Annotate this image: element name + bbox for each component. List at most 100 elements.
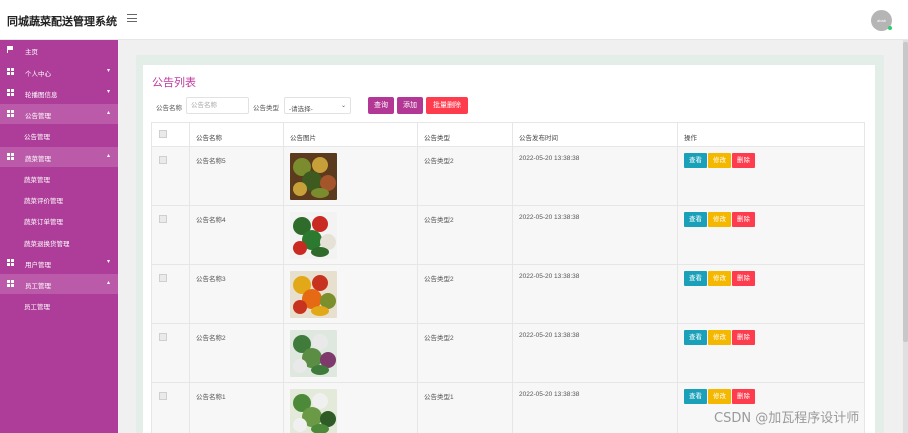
sidebar-item-label: 蔬菜评价管理 bbox=[24, 198, 63, 205]
sidebar-subitem-vegetable-review[interactable]: 蔬菜评价管理 bbox=[0, 189, 118, 209]
page-title: 公告列表 bbox=[152, 76, 196, 89]
vegetable-photo-icon bbox=[290, 271, 337, 318]
notice-type: 公告类型2 bbox=[424, 335, 454, 342]
column-divider bbox=[417, 123, 418, 433]
row-checkbox[interactable] bbox=[159, 156, 167, 164]
table-row: 公告名称3 公告类型2 2022-05-20 13:38:38 查看 修改 删除 bbox=[152, 265, 864, 324]
query-button[interactable]: 查询 bbox=[368, 97, 394, 114]
notice-type: 公告类型1 bbox=[424, 394, 454, 401]
sidebar-item-home[interactable]: 主页 bbox=[0, 40, 118, 60]
view-button[interactable]: 查看 bbox=[684, 271, 707, 286]
top-header: 同城蔬菜配送管理系统 abab bbox=[0, 0, 908, 40]
sidebar-subitem-vegetable[interactable]: 蔬菜管理 bbox=[0, 168, 118, 188]
edit-button[interactable]: 修改 bbox=[708, 330, 731, 345]
row-checkbox[interactable] bbox=[159, 333, 167, 341]
delete-button[interactable]: 删除 bbox=[732, 330, 755, 345]
sidebar-item-vegetable[interactable]: 蔬菜管理 ▴ bbox=[0, 147, 118, 167]
scrollbar-thumb[interactable] bbox=[903, 42, 908, 342]
sidebar-item-label: 轮播图信息 bbox=[25, 92, 58, 99]
table-row: 公告名称2 公告类型2 2022-05-20 13:38:38 查看 修改 删除 bbox=[152, 324, 864, 383]
add-button[interactable]: 添加 bbox=[397, 97, 423, 114]
notice-table: 公告名称 公告图片 公告类型 公告发布时间 操作 公告名称5 公告类型2 2022-… bbox=[151, 122, 865, 433]
header-image: 公告图片 bbox=[290, 135, 316, 142]
row-checkbox[interactable] bbox=[159, 215, 167, 223]
flag-icon bbox=[7, 46, 14, 53]
notice-time: 2022-05-20 13:38:38 bbox=[519, 391, 580, 398]
sidebar-subitem-staff[interactable]: 员工管理 bbox=[0, 295, 118, 315]
vegetable-photo-icon bbox=[290, 330, 337, 377]
online-status-icon bbox=[888, 26, 892, 30]
delete-button[interactable]: 删除 bbox=[732, 271, 755, 286]
sidebar-item-label: 个人中心 bbox=[25, 71, 51, 78]
name-search-input[interactable] bbox=[186, 97, 249, 114]
chevron-down-icon: ▾ bbox=[107, 68, 111, 74]
grid-icon bbox=[7, 259, 14, 266]
edit-button[interactable]: 修改 bbox=[708, 389, 731, 404]
sidebar-item-staff[interactable]: 员工管理 ▴ bbox=[0, 274, 118, 294]
sidebar-item-label: 蔬菜订单管理 bbox=[24, 219, 63, 226]
sidebar-item-notice[interactable]: 公告管理 ▴ bbox=[0, 104, 118, 124]
sidebar-item-label: 蔬菜管理 bbox=[24, 177, 50, 184]
edit-button[interactable]: 修改 bbox=[708, 212, 731, 227]
sidebar-item-label: 公告管理 bbox=[25, 113, 51, 120]
chevron-up-icon: ▴ bbox=[107, 153, 111, 159]
header-actions: 操作 bbox=[684, 135, 697, 142]
header-name: 公告名称 bbox=[196, 135, 222, 142]
notice-time: 2022-05-20 13:38:38 bbox=[519, 155, 580, 162]
name-filter-label: 公告名称 bbox=[156, 105, 182, 112]
view-button[interactable]: 查看 bbox=[684, 330, 707, 345]
delete-button[interactable]: 删除 bbox=[732, 389, 755, 404]
type-select[interactable]: -请选择- ⌄ bbox=[284, 97, 351, 114]
table-row: 公告名称5 公告类型2 2022-05-20 13:38:38 查看 修改 删除 bbox=[152, 147, 864, 206]
vegetable-photo-icon bbox=[290, 389, 337, 433]
column-divider bbox=[189, 123, 190, 433]
grid-icon bbox=[7, 153, 14, 160]
grid-icon bbox=[7, 68, 14, 75]
bulk-delete-button[interactable]: 批量删除 bbox=[426, 97, 468, 114]
grid-icon bbox=[7, 89, 14, 96]
delete-button[interactable]: 删除 bbox=[732, 212, 755, 227]
header-type: 公告类型 bbox=[424, 135, 450, 142]
select-all-checkbox[interactable] bbox=[159, 130, 167, 138]
menu-toggle-icon[interactable] bbox=[127, 14, 137, 23]
type-filter-label: 公告类型 bbox=[253, 105, 279, 112]
chevron-up-icon: ▴ bbox=[107, 110, 111, 116]
notice-time: 2022-05-20 13:38:38 bbox=[519, 332, 580, 339]
sidebar-subitem-vegetable-order[interactable]: 蔬菜订单管理 bbox=[0, 210, 118, 230]
vegetable-photo-icon bbox=[290, 153, 337, 200]
sidebar-item-label: 用户管理 bbox=[25, 262, 51, 269]
notice-name: 公告名称3 bbox=[196, 276, 226, 283]
column-divider bbox=[677, 123, 678, 433]
notice-type: 公告类型2 bbox=[424, 276, 454, 283]
notice-name: 公告名称2 bbox=[196, 335, 226, 342]
chevron-down-icon: ⌄ bbox=[340, 103, 346, 109]
chevron-down-icon: ▾ bbox=[107, 89, 111, 95]
grid-icon bbox=[7, 280, 14, 287]
notice-name: 公告名称5 bbox=[196, 158, 226, 165]
sidebar-item-profile[interactable]: 个人中心 ▾ bbox=[0, 62, 118, 82]
chevron-down-icon: ▾ bbox=[107, 259, 111, 265]
row-checkbox[interactable] bbox=[159, 274, 167, 282]
view-button[interactable]: 查看 bbox=[684, 212, 707, 227]
sidebar-item-carousel[interactable]: 轮播图信息 ▾ bbox=[0, 83, 118, 103]
edit-button[interactable]: 修改 bbox=[708, 271, 731, 286]
view-button[interactable]: 查看 bbox=[684, 389, 707, 404]
sidebar-item-user[interactable]: 用户管理 ▾ bbox=[0, 253, 118, 273]
sidebar-subitem-notice[interactable]: 公告管理 bbox=[0, 125, 118, 145]
vegetable-photo-icon bbox=[290, 212, 337, 259]
table-row: 公告名称4 公告类型2 2022-05-20 13:38:38 查看 修改 删除 bbox=[152, 206, 864, 265]
row-checkbox[interactable] bbox=[159, 392, 167, 400]
type-select-value: -请选择- bbox=[289, 106, 313, 113]
grid-icon bbox=[7, 110, 14, 117]
table-header: 公告名称 公告图片 公告类型 公告发布时间 操作 bbox=[152, 123, 864, 147]
column-divider bbox=[283, 123, 284, 433]
view-button[interactable]: 查看 bbox=[684, 153, 707, 168]
watermark: CSDN @加瓦程序设计师 bbox=[714, 411, 860, 426]
delete-button[interactable]: 删除 bbox=[732, 153, 755, 168]
edit-button[interactable]: 修改 bbox=[708, 153, 731, 168]
sidebar-subitem-vegetable-return[interactable]: 蔬菜退换货管理 bbox=[0, 232, 118, 252]
chevron-up-icon: ▴ bbox=[107, 280, 111, 286]
sidebar-item-label: 员工管理 bbox=[25, 283, 51, 290]
notice-type: 公告类型2 bbox=[424, 217, 454, 224]
notice-time: 2022-05-20 13:38:38 bbox=[519, 214, 580, 221]
